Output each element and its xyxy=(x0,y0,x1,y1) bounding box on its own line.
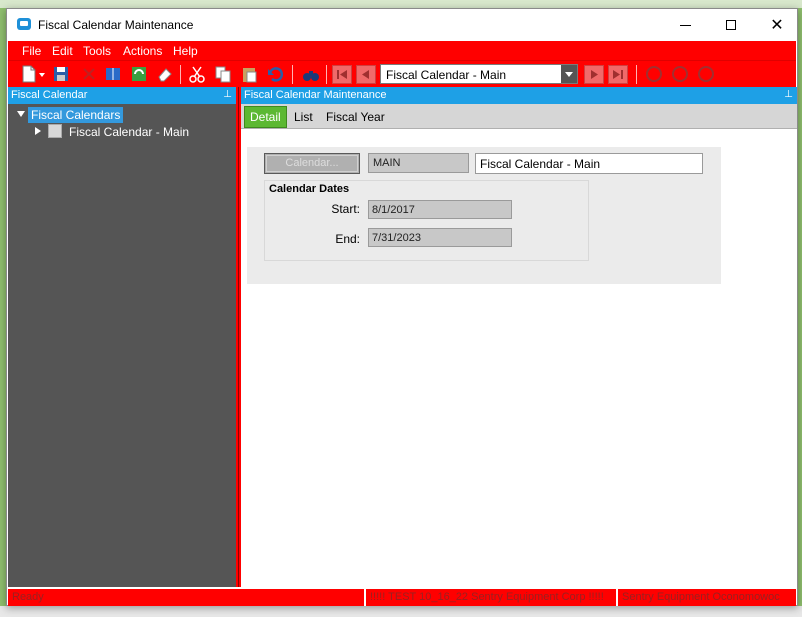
last-record-button[interactable] xyxy=(608,65,628,84)
title-bar[interactable]: Fiscal Calendar Maintenance ✕ xyxy=(7,9,797,41)
pin-icon[interactable]: ⊥ xyxy=(223,89,232,100)
status-company: Sentry Equipment Oconomowoc xyxy=(622,591,780,603)
book-icon[interactable] xyxy=(104,65,122,83)
eraser-icon[interactable] xyxy=(156,65,174,83)
maximize-icon xyxy=(726,20,736,30)
paste-icon[interactable] xyxy=(240,65,258,83)
end-date-field: 7/31/2023 xyxy=(368,228,512,247)
calendar-code-field: MAIN xyxy=(368,153,469,173)
calendar-dates-title: Calendar Dates xyxy=(269,183,350,195)
tree-panel-title: Fiscal Calendar xyxy=(11,89,88,101)
save-icon[interactable] xyxy=(52,65,70,83)
end-label: End: xyxy=(335,232,360,246)
chevron-down-icon[interactable] xyxy=(561,65,577,83)
refresh-icon[interactable] xyxy=(130,65,148,83)
first-record-button[interactable] xyxy=(332,65,352,84)
forward-icon[interactable] xyxy=(672,66,688,82)
tree-panel-header: Fiscal Calendar ⊥ xyxy=(8,87,236,104)
menu-help[interactable]: Help xyxy=(173,44,198,58)
maximize-button[interactable] xyxy=(708,9,754,41)
collapse-icon[interactable] xyxy=(35,127,41,135)
tree-root-node[interactable]: Fiscal Calendars xyxy=(28,107,124,123)
window-title: Fiscal Calendar Maintenance xyxy=(38,18,194,32)
close-icon: ✕ xyxy=(770,17,784,34)
minimize-icon xyxy=(679,24,691,26)
next-record-icon xyxy=(591,70,598,79)
calendar-dates-group: Calendar Dates Start: 8/1/2017 End: 7/31… xyxy=(264,180,589,261)
record-selector-value: Fiscal Calendar - Main xyxy=(386,68,507,82)
copy-icon[interactable] xyxy=(214,65,232,83)
tab-fiscal-year[interactable]: Fiscal Year xyxy=(322,108,389,126)
menu-bar: File Edit Tools Actions Help xyxy=(8,41,796,60)
record-selector[interactable]: Fiscal Calendar - Main xyxy=(380,64,578,84)
status-environment: !!!!! TEST 10_16_22 Sentry Equipment Cor… xyxy=(370,591,604,603)
status-ready: Ready xyxy=(12,591,44,603)
menu-actions[interactable]: Actions xyxy=(123,44,162,58)
desktop-background-top xyxy=(0,0,802,8)
tab-detail[interactable]: Detail xyxy=(244,106,287,128)
close-button[interactable]: ✕ xyxy=(754,9,800,41)
menu-edit[interactable]: Edit xyxy=(52,44,73,58)
first-record-icon xyxy=(337,70,347,79)
delete-icon[interactable] xyxy=(80,65,98,83)
menu-tools[interactable]: Tools xyxy=(83,44,111,58)
new-icon[interactable] xyxy=(20,65,38,83)
minimize-button[interactable] xyxy=(662,9,708,41)
app-window: Fiscal Calendar Maintenance ✕ File Edit … xyxy=(6,8,798,606)
cut-icon[interactable] xyxy=(188,65,206,83)
previous-record-icon xyxy=(362,70,369,79)
last-record-icon xyxy=(613,70,623,79)
calendar-node-icon xyxy=(48,124,62,138)
start-date-field: 8/1/2017 xyxy=(368,200,512,219)
binoculars-icon[interactable] xyxy=(302,65,320,83)
desktop-background-bottom xyxy=(0,606,802,617)
toolbar-separator xyxy=(292,65,293,84)
toolbar-separator xyxy=(636,65,637,84)
start-label: Start: xyxy=(331,202,360,216)
undo-icon[interactable] xyxy=(266,65,284,83)
toolbar-separator xyxy=(326,65,327,84)
toolbar: Fiscal Calendar - Main xyxy=(8,60,796,87)
app-icon xyxy=(17,18,31,30)
pin-icon[interactable]: ⊥ xyxy=(784,89,793,100)
status-bar: Ready !!!!! TEST 10_16_22 Sentry Equipme… xyxy=(8,589,796,606)
tree-panel: Fiscal Calendar ⊥ Fiscal Calendars Fisca… xyxy=(8,87,236,587)
tab-bar: Detail List Fiscal Year xyxy=(241,104,797,129)
calendar-description-field[interactable]: Fiscal Calendar - Main xyxy=(475,153,703,174)
previous-record-button[interactable] xyxy=(356,65,376,84)
home-icon[interactable] xyxy=(698,66,714,82)
main-panel-header: Fiscal Calendar Maintenance ⊥ xyxy=(241,87,797,104)
main-panel-title: Fiscal Calendar Maintenance xyxy=(244,89,387,101)
toolbar-separator xyxy=(180,65,181,84)
main-panel: Fiscal Calendar Maintenance ⊥ Detail Lis… xyxy=(241,87,797,587)
menu-file[interactable]: File xyxy=(22,44,41,58)
tab-list[interactable]: List xyxy=(290,108,317,126)
back-icon[interactable] xyxy=(646,66,662,82)
detail-form: Calendar... MAIN Fiscal Calendar - Main … xyxy=(247,147,721,284)
next-record-button[interactable] xyxy=(584,65,604,84)
new-dropdown-icon[interactable] xyxy=(38,65,46,83)
tree-child-node[interactable]: Fiscal Calendar - Main xyxy=(69,125,189,139)
calendar-button[interactable]: Calendar... xyxy=(264,153,360,174)
expand-icon[interactable] xyxy=(17,111,25,117)
